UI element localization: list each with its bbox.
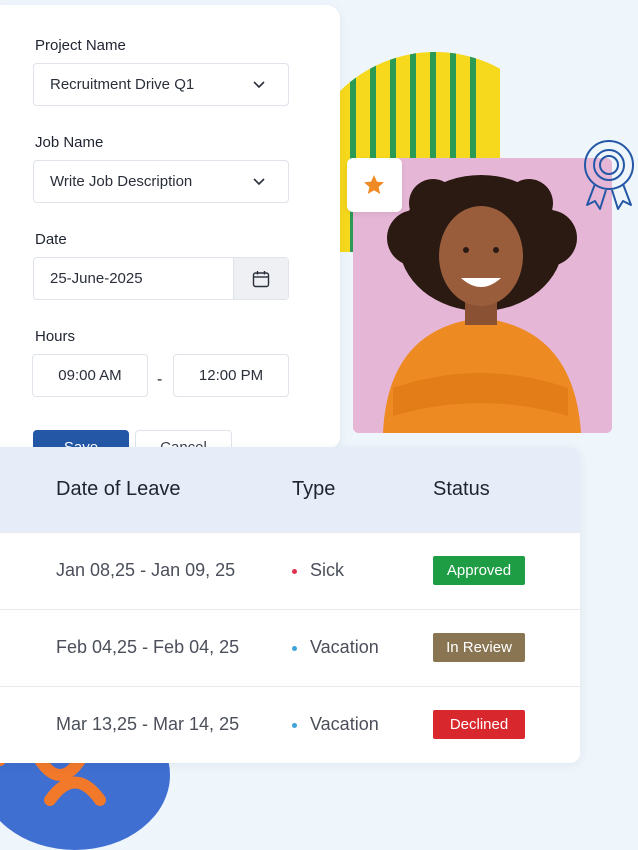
leave-type: Sick: [310, 560, 345, 580]
leave-table: Date of Leave Type Status Jan 08,25 - Ja…: [0, 447, 580, 763]
date-value: 25-June-2025: [50, 270, 143, 287]
project-name-label: Project Name: [35, 37, 126, 54]
table-row[interactable]: Mar 13,25 - Mar 14, 25 Vacation Declined: [0, 686, 580, 763]
status-badge: Approved: [433, 556, 525, 585]
star-icon: [364, 175, 384, 194]
calendar-icon: [252, 271, 270, 288]
column-header-date: Date of Leave: [56, 478, 181, 500]
end-time-input[interactable]: 12:00 PM: [173, 354, 289, 397]
leave-date: Feb 04,25 - Feb 04, 25: [56, 637, 240, 657]
type-dot: [292, 569, 297, 574]
leave-date: Jan 08,25 - Jan 09, 25: [56, 560, 236, 580]
award-ribbon-icon: [584, 140, 634, 210]
project-name-value: Recruitment Drive Q1: [50, 76, 195, 93]
timesheet-form: Project Name Recruitment Drive Q1 Job Na…: [0, 5, 340, 450]
job-name-value: Write Job Description: [50, 173, 193, 190]
time-separator: -: [157, 371, 163, 388]
chevron-down-icon: [253, 178, 265, 186]
date-picker-button[interactable]: [233, 258, 288, 299]
type-dot: [292, 646, 297, 651]
status-badge: Declined: [433, 710, 525, 739]
leave-type: Vacation: [310, 714, 379, 734]
favorite-badge: [347, 158, 402, 212]
table-row[interactable]: Feb 04,25 - Feb 04, 25 Vacation In Revie…: [0, 609, 580, 687]
start-time-input[interactable]: 09:00 AM: [32, 354, 148, 397]
hours-label: Hours: [35, 328, 76, 345]
table-header: Date of Leave Type Status: [0, 447, 580, 532]
chevron-down-icon: [253, 81, 265, 89]
column-header-type: Type: [292, 478, 336, 500]
job-name-label: Job Name: [35, 134, 104, 151]
project-name-select[interactable]: Recruitment Drive Q1: [33, 63, 289, 106]
leave-type: Vacation: [310, 637, 379, 657]
type-dot: [292, 723, 297, 728]
job-name-select[interactable]: Write Job Description: [33, 160, 289, 203]
column-header-status: Status: [433, 478, 490, 500]
date-input[interactable]: 25-June-2025: [33, 257, 289, 300]
table-row[interactable]: Jan 08,25 - Jan 09, 25 Sick Approved: [0, 532, 580, 610]
date-label: Date: [35, 231, 67, 248]
status-badge: In Review: [433, 633, 525, 662]
leave-date: Mar 13,25 - Mar 14, 25: [56, 714, 240, 734]
